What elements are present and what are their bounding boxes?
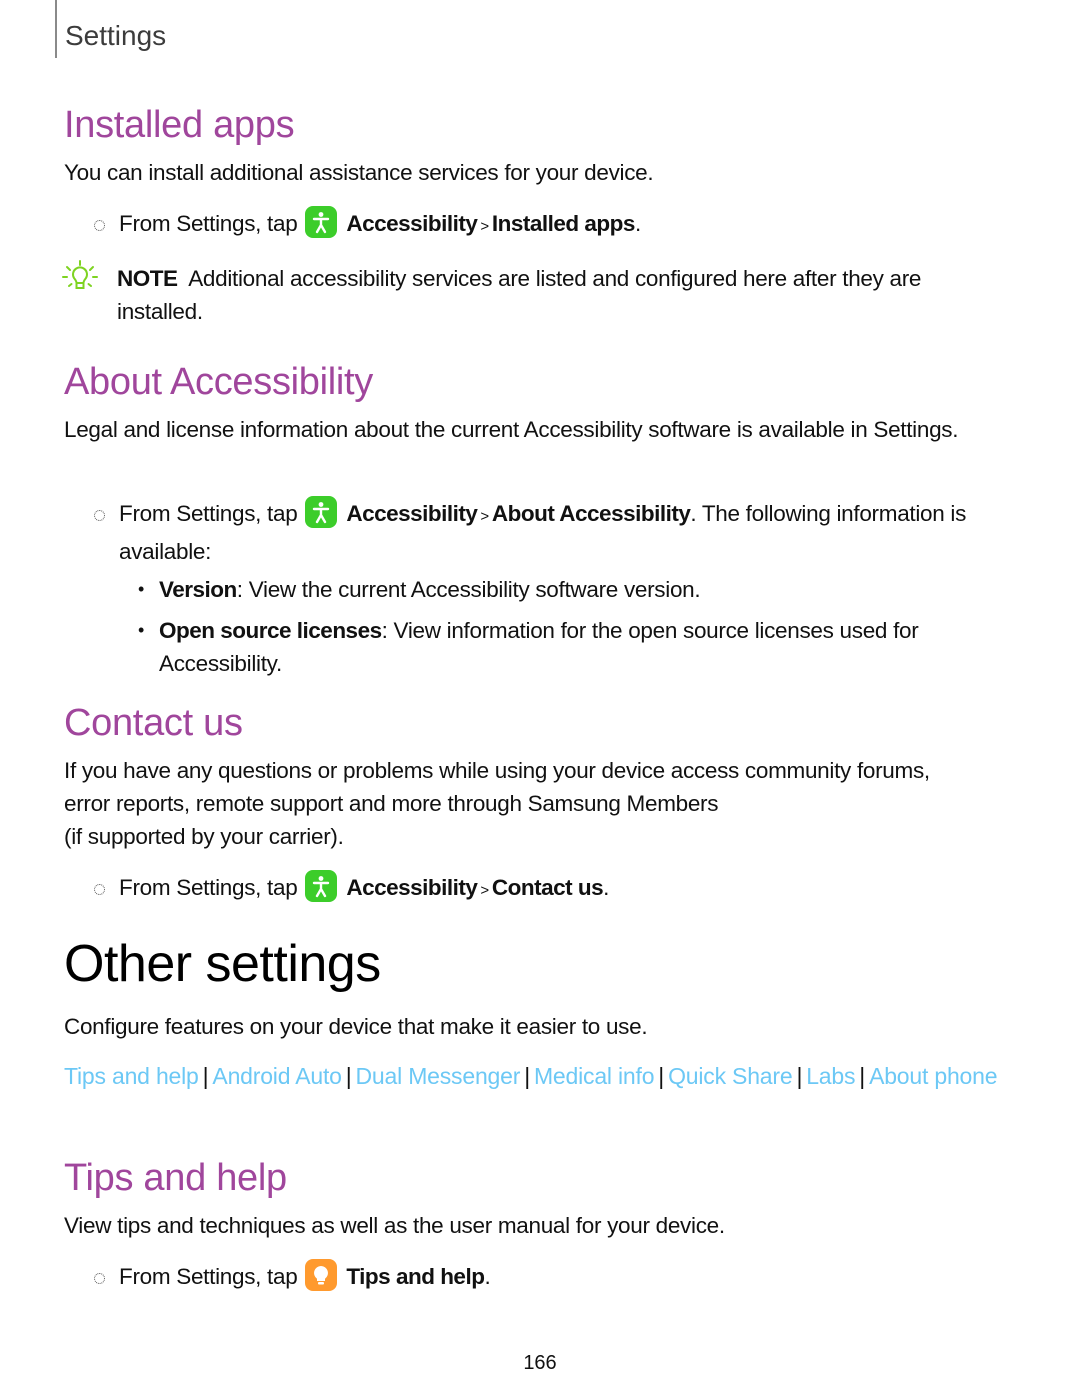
- link-separator: |: [524, 1063, 530, 1089]
- contact-us-body: If you have any questions or problems wh…: [64, 754, 974, 853]
- accessibility-icon: [305, 206, 338, 238]
- link-separator: |: [859, 1063, 866, 1089]
- section-title-about-accessibility: About Accessibility: [64, 361, 374, 403]
- contact-us-step: From Settings, tap Accessibility > Contact…: [90, 870, 1010, 908]
- path-tips-and-help: Tips and help: [346, 1264, 485, 1289]
- step-prefix: From Settings, tap: [119, 501, 298, 526]
- link-android-auto[interactable]: Android Auto: [212, 1063, 342, 1089]
- running-head: Settings: [55, 0, 166, 58]
- tips-and-help-body: View tips and techniques as well as the …: [64, 1213, 725, 1238]
- accessibility-icon: [305, 496, 338, 528]
- link-about-phone[interactable]: About phone: [869, 1063, 997, 1089]
- path-accessibility: Accessibility: [346, 875, 478, 900]
- path-separator: >: [480, 508, 489, 525]
- bullet-dot-icon: •: [138, 579, 145, 599]
- chapter-links: Tips and help | Android Auto | Dual Messenge…: [64, 1060, 1014, 1093]
- note-installed-apps: NOTE Additional accessibility services a…: [62, 260, 1004, 328]
- step-bullet-icon: [94, 884, 105, 895]
- step-bullet-icon: [94, 510, 105, 521]
- contact-us-body-line2: (if supported by your carrier).: [64, 824, 344, 849]
- section-title-contact-us: Contact us: [64, 702, 243, 744]
- link-tips-and-help[interactable]: Tips and help: [64, 1063, 199, 1089]
- link-quick-share[interactable]: Quick Share: [668, 1063, 793, 1089]
- tips-and-help-step: From Settings, tap Tips and help.: [90, 1259, 1010, 1294]
- page-number: 166: [523, 1352, 557, 1374]
- link-labs[interactable]: Labs: [806, 1063, 855, 1089]
- step-prefix: From Settings, tap: [119, 875, 298, 900]
- link-separator: |: [345, 1063, 352, 1089]
- path-accessibility: Accessibility: [346, 501, 478, 526]
- step-prefix: From Settings, tap: [119, 1264, 298, 1289]
- accessibility-icon: [305, 870, 338, 902]
- chapter-intro: Configure features on your device that m…: [64, 1014, 648, 1039]
- step-bullet-icon: [94, 220, 105, 231]
- step-prefix: From Settings, tap: [119, 211, 298, 236]
- step-suffix: .: [634, 211, 641, 236]
- tips-icon: [305, 1259, 338, 1291]
- link-separator: |: [796, 1063, 803, 1089]
- about-item-open-source-licenses: • Open source licenses: View information…: [138, 614, 1018, 680]
- link-separator: |: [658, 1063, 665, 1089]
- path-contact-us: Contact us: [491, 875, 604, 900]
- step-suffix: .: [603, 875, 610, 900]
- about-accessibility-body: Legal and license information about the …: [64, 417, 959, 442]
- installed-apps-step: From Settings, tap Accessibility > Install…: [90, 206, 1010, 244]
- section-title-tips-and-help: Tips and help: [64, 1157, 287, 1199]
- installed-apps-body: You can install additional assistance se…: [64, 160, 654, 185]
- about-accessibility-step: From Settings, tap Accessibility > About A…: [90, 496, 1010, 569]
- lightbulb-icon: [60, 258, 100, 307]
- link-separator: |: [202, 1063, 209, 1089]
- contact-us-body-line1: If you have any questions or problems wh…: [64, 758, 930, 816]
- item-term: Version: [159, 577, 237, 602]
- path-about-accessibility: About Accessibility: [491, 501, 691, 526]
- path-installed-apps: Installed apps: [491, 211, 636, 236]
- bullet-dot-icon: •: [138, 620, 145, 640]
- item-term: Open source licenses: [159, 618, 382, 643]
- path-separator: >: [480, 882, 489, 899]
- path-separator: >: [480, 218, 489, 235]
- about-item-version: • Version: View the current Accessibilit…: [138, 573, 1018, 606]
- link-dual-messenger[interactable]: Dual Messenger: [356, 1063, 521, 1089]
- note-text: Additional accessibility services are li…: [117, 266, 922, 324]
- chapter-title: Other settings: [64, 935, 381, 993]
- step-suffix: .: [484, 1264, 491, 1289]
- item-text: : View the current Accessibility softwar…: [236, 577, 701, 602]
- step-bullet-icon: [94, 1273, 105, 1284]
- path-accessibility: Accessibility: [346, 211, 478, 236]
- section-title-installed-apps: Installed apps: [64, 104, 295, 146]
- note-label: NOTE: [117, 266, 178, 291]
- link-medical-info[interactable]: Medical info: [534, 1063, 655, 1089]
